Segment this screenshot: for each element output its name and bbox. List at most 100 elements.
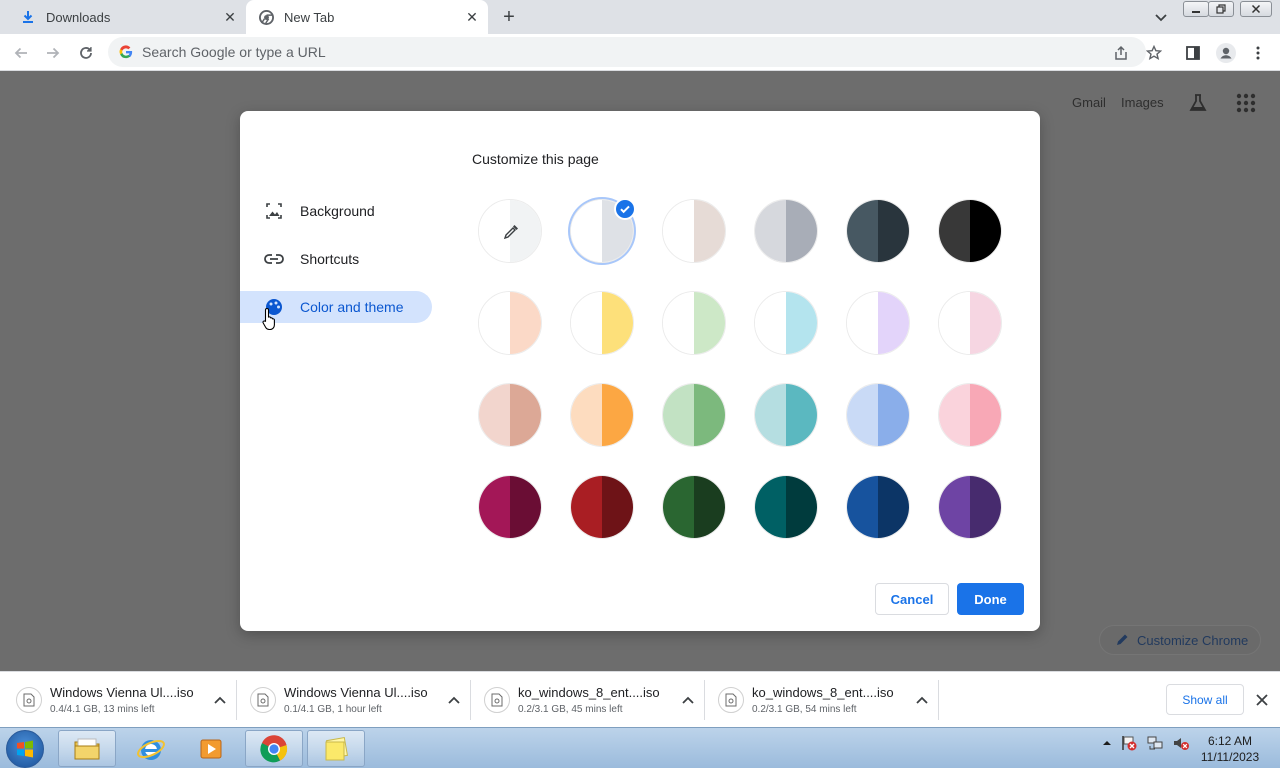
chevron-up-icon[interactable] (444, 690, 464, 710)
color-swatch[interactable] (844, 197, 912, 265)
download-item[interactable]: ko_windows_8_ent....iso 0.2/3.1 GB, 45 mi… (470, 678, 704, 722)
chevron-down-icon[interactable] (1150, 6, 1172, 28)
forward-icon[interactable] (40, 40, 66, 66)
download-shelf: Windows Vienna Ul....iso 0.4/4.1 GB, 13 m… (0, 671, 1280, 727)
search-input[interactable] (142, 44, 1042, 60)
color-swatch[interactable] (844, 473, 912, 541)
system-clock[interactable]: 6:12 AM 11/11/2023 (1196, 733, 1264, 765)
tab-new-tab[interactable]: New Tab ✕ (246, 0, 488, 34)
color-swatch[interactable] (936, 381, 1004, 449)
gmail-link[interactable]: Gmail (1072, 95, 1106, 110)
swatch-right-half (878, 292, 909, 354)
color-swatch[interactable] (936, 197, 1004, 265)
tab-downloads[interactable]: Downloads ✕ (8, 0, 246, 34)
new-tab-button[interactable]: + (496, 4, 522, 30)
file-icon (484, 687, 510, 713)
close-window-button[interactable] (1240, 1, 1272, 17)
taskbar-app-chrome[interactable] (245, 730, 303, 767)
color-swatch[interactable] (752, 473, 820, 541)
chevron-up-icon[interactable] (678, 690, 698, 710)
chrome-icon (258, 9, 274, 25)
action-center-flag-icon[interactable] (1120, 734, 1138, 752)
swatch-right-half (602, 476, 633, 538)
taskbar-app-sticky-notes[interactable] (307, 730, 365, 767)
selected-check-icon (614, 198, 636, 220)
pencil-icon (1115, 633, 1129, 647)
color-swatch[interactable] (752, 289, 820, 357)
close-icon[interactable]: ✕ (220, 7, 240, 27)
labs-flask-icon[interactable] (1186, 91, 1210, 115)
custom-color-swatch[interactable] (476, 197, 544, 265)
restore-button[interactable] (1208, 1, 1234, 17)
swatch-left-half (663, 476, 694, 538)
chevron-up-icon[interactable] (210, 690, 230, 710)
chevron-up-icon[interactable] (912, 690, 932, 710)
taskbar-app-media-player[interactable] (182, 730, 240, 767)
omnibox[interactable] (108, 37, 1146, 67)
back-icon[interactable] (8, 40, 34, 66)
taskbar-app-file-explorer[interactable] (58, 730, 116, 767)
volume-muted-icon[interactable] (1172, 734, 1190, 752)
nav-item-background[interactable]: Background (240, 195, 432, 227)
swatch-right-half (694, 384, 725, 446)
download-item[interactable]: ko_windows_8_ent....iso 0.2/3.1 GB, 54 mi… (704, 678, 938, 722)
swatch-left-half (663, 384, 694, 446)
color-swatch[interactable] (568, 381, 636, 449)
reload-icon[interactable] (73, 40, 99, 66)
color-swatch[interactable] (476, 289, 544, 357)
swatch-left-half (571, 476, 602, 538)
color-swatch[interactable] (752, 381, 820, 449)
color-swatch[interactable] (568, 197, 636, 265)
color-swatch[interactable] (568, 473, 636, 541)
done-button[interactable]: Done (957, 583, 1024, 615)
taskbar-app-internet-explorer[interactable] (122, 730, 180, 767)
close-icon[interactable]: ✕ (462, 7, 482, 27)
swatch-right-half (694, 476, 725, 538)
color-swatch[interactable] (844, 381, 912, 449)
nav-item-shortcuts[interactable]: Shortcuts (240, 243, 432, 275)
side-panel-icon[interactable] (1180, 40, 1206, 66)
color-swatch[interactable] (936, 473, 1004, 541)
color-swatch[interactable] (568, 289, 636, 357)
color-swatch-circle (662, 291, 726, 355)
color-swatch-circle (754, 199, 818, 263)
tab-label: Downloads (46, 9, 111, 25)
share-icon[interactable] (1108, 40, 1134, 66)
download-separator (938, 680, 939, 720)
show-all-button[interactable]: Show all (1166, 684, 1244, 715)
apps-grid-icon[interactable] (1235, 92, 1257, 114)
download-item[interactable]: Windows Vienna Ul....iso 0.4/4.1 GB, 13 m… (2, 678, 236, 722)
color-swatch-circle (846, 291, 910, 355)
color-swatch[interactable] (936, 289, 1004, 357)
color-swatch-circle (570, 475, 634, 539)
swatch-right-half (970, 476, 1001, 538)
show-hidden-icons-icon[interactable] (1102, 738, 1112, 748)
minimize-button[interactable] (1183, 1, 1209, 17)
file-icon (718, 687, 744, 713)
customize-chrome-button[interactable]: Customize Chrome (1099, 625, 1261, 655)
file-icon (16, 687, 42, 713)
swatch-left-half (939, 200, 970, 262)
profile-icon[interactable] (1213, 40, 1239, 66)
swatch-left-half (479, 384, 510, 446)
color-swatch[interactable] (844, 289, 912, 357)
color-swatch[interactable] (476, 381, 544, 449)
color-swatch[interactable] (752, 197, 820, 265)
network-icon[interactable] (1146, 734, 1164, 752)
swatch-right-half (878, 200, 909, 262)
close-icon[interactable] (1252, 690, 1272, 710)
images-link[interactable]: Images (1121, 95, 1164, 110)
color-swatch[interactable] (476, 473, 544, 541)
start-button[interactable] (6, 730, 44, 768)
customize-dialog: Customize this page Background Shortcuts… (240, 111, 1040, 631)
sticky-notes-icon (322, 736, 350, 762)
color-swatch[interactable] (660, 473, 728, 541)
color-swatch[interactable] (660, 289, 728, 357)
more-menu-icon[interactable] (1245, 40, 1271, 66)
image-icon (262, 199, 286, 223)
color-swatch[interactable] (660, 197, 728, 265)
bookmark-star-icon[interactable] (1141, 40, 1167, 66)
cancel-button[interactable]: Cancel (875, 583, 949, 615)
color-swatch[interactable] (660, 381, 728, 449)
download-item[interactable]: Windows Vienna Ul....iso 0.1/4.1 GB, 1 ho… (236, 678, 470, 722)
